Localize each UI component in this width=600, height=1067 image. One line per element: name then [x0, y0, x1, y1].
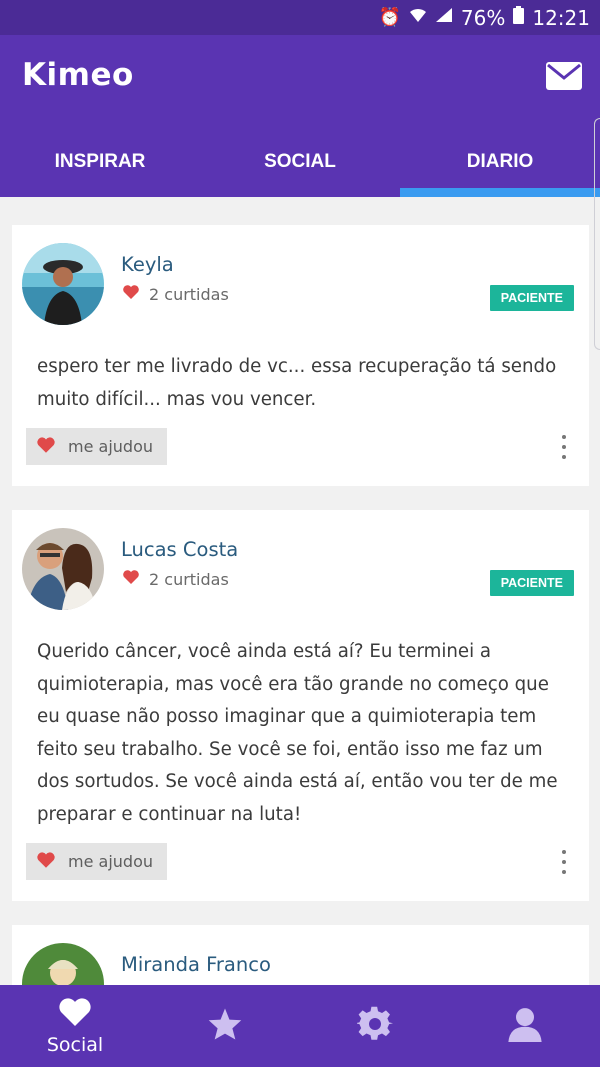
status-badge: PACIENTE — [489, 570, 574, 596]
nav-social[interactable]: Social — [0, 985, 150, 1067]
tab-social[interactable]: SOCIAL — [200, 127, 400, 197]
post-likes: 2 curtidas — [122, 569, 229, 589]
nav-settings[interactable] — [300, 985, 450, 1067]
post-card: Lucas Costa 2 curtidas PACIENTE Querido … — [12, 510, 589, 901]
battery-percent: 76% — [460, 5, 506, 30]
heart-icon — [36, 436, 56, 458]
app-bar: Kimeo INSPIRAR SOCIAL DIARIO — [0, 35, 600, 197]
heart-icon — [36, 851, 56, 873]
star-icon — [207, 1007, 243, 1045]
diary-feed[interactable]: Keyla 2 curtidas PACIENTE espero ter me … — [0, 197, 600, 985]
likes-count: 2 curtidas — [149, 284, 229, 304]
clock: 12:21 — [532, 5, 590, 30]
wifi-icon — [409, 7, 427, 28]
edge-handle[interactable] — [594, 118, 600, 350]
tab-diario[interactable]: DIARIO — [400, 127, 600, 197]
status-bar: ⏰ 76% 12:21 — [0, 0, 600, 35]
heart-icon — [122, 284, 140, 304]
battery-icon — [513, 6, 525, 29]
heart-icon — [57, 996, 93, 1032]
nav-profile[interactable] — [450, 985, 600, 1067]
alarm-icon: ⏰ — [378, 7, 401, 28]
nav-social-label: Social — [46, 1034, 104, 1056]
bottom-nav: Social — [0, 985, 600, 1067]
helped-me-label: me ajudou — [68, 437, 153, 456]
avatar[interactable] — [22, 943, 104, 985]
post-author-name[interactable]: Keyla — [121, 253, 174, 276]
app-logo: Kimeo — [22, 57, 134, 93]
post-card: Miranda Franco — [12, 925, 589, 985]
avatar[interactable] — [22, 528, 104, 610]
helped-me-button[interactable]: me ajudou — [26, 843, 167, 880]
mail-icon[interactable] — [546, 62, 582, 90]
post-card: Keyla 2 curtidas PACIENTE espero ter me … — [12, 225, 589, 486]
more-options-icon[interactable] — [561, 850, 567, 874]
tab-bar: INSPIRAR SOCIAL DIARIO — [0, 127, 600, 197]
post-likes: 2 curtidas — [122, 284, 229, 304]
nav-favorites[interactable] — [150, 985, 300, 1067]
post-author-name[interactable]: Lucas Costa — [121, 538, 238, 561]
helped-me-label: me ajudou — [68, 852, 153, 871]
signal-icon — [435, 7, 453, 28]
likes-count: 2 curtidas — [149, 569, 229, 589]
heart-icon — [122, 569, 140, 589]
more-options-icon[interactable] — [561, 435, 567, 459]
tab-inspirar[interactable]: INSPIRAR — [0, 127, 200, 197]
status-badge: PACIENTE — [489, 285, 574, 311]
user-icon — [508, 1006, 542, 1046]
post-author-name[interactable]: Miranda Franco — [121, 953, 271, 976]
post-text: espero ter me livrado de vc... essa recu… — [37, 356, 557, 410]
helped-me-button[interactable]: me ajudou — [26, 428, 167, 465]
avatar[interactable] — [22, 243, 104, 325]
post-text: Querido câncer, você ainda está aí? Eu t… — [37, 641, 558, 825]
gear-icon — [355, 1006, 393, 1046]
